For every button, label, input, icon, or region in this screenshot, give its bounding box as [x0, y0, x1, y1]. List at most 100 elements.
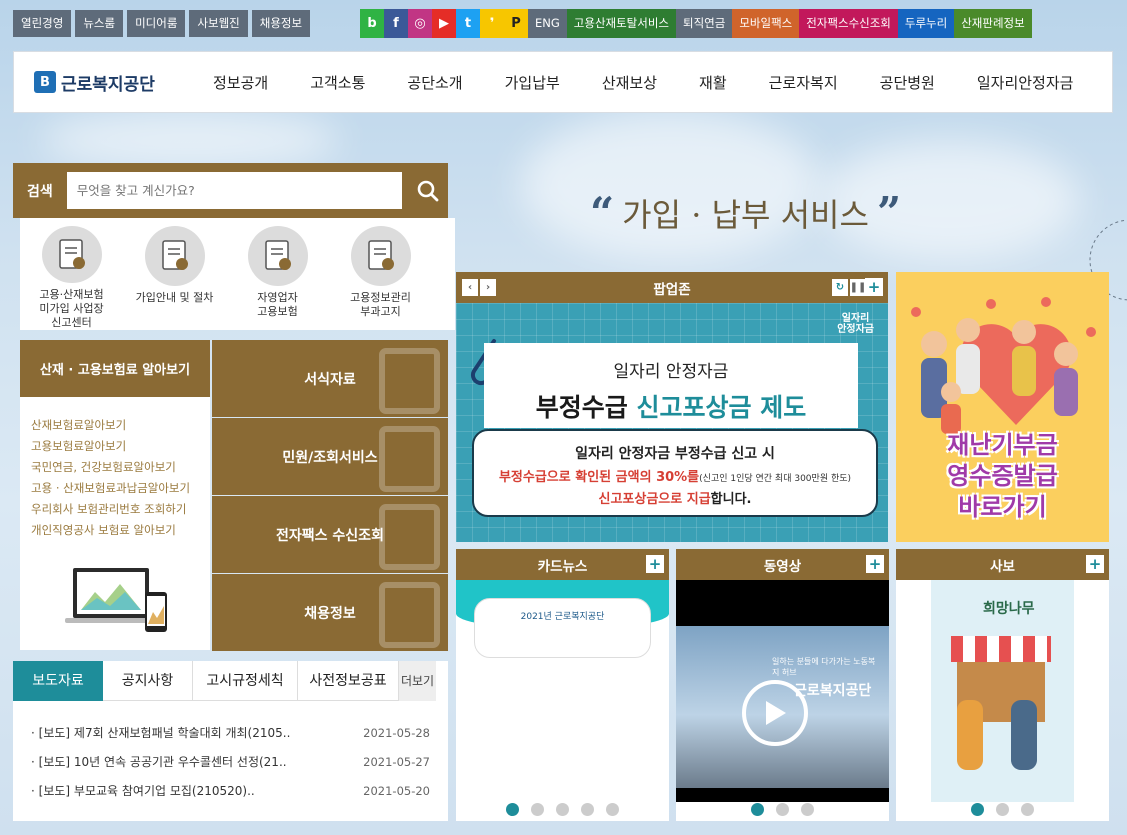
carousel-dot[interactable]	[751, 803, 764, 816]
popup-zone: ‹ › 팝업존 ↻ ❚❚ + 일자리 안정자금 일자리 안정자금 부정수급 신고…	[456, 272, 888, 542]
carousel-dot[interactable]	[531, 803, 544, 816]
insurance-link[interactable]: 고용 · 산재보험료과납금알아보기	[31, 478, 210, 499]
youtube-icon[interactable]: ▶	[432, 9, 456, 38]
news-title[interactable]: [보도] 제7회 산재보험패널 학술대회 개최(2105..	[39, 726, 291, 740]
donation-line: 재난기부금	[947, 431, 1058, 459]
utility-service-link[interactable]: 두루누리	[897, 9, 955, 38]
checklist-icon	[144, 226, 205, 286]
main-menu: 정보공개 고객소통 공단소개 가입납부 산재보상 재활 근로자복지 공단병원 일자리안정자금	[192, 72, 1094, 93]
utility-service-link[interactable]: 퇴직연금	[676, 9, 733, 38]
headline-text: 가입 · 납부 서비스	[622, 195, 869, 234]
news-title[interactable]: [보도] 10년 연속 공공기관 우수콜센터 선정(21..	[39, 755, 287, 769]
utility-link[interactable]: 열린경영	[13, 10, 72, 37]
news-item[interactable]: · [보도] 부모교육 참여기업 모집(210520).. 2021-05-20	[31, 777, 430, 806]
tab-news[interactable]: 사전정보공표	[298, 661, 399, 701]
news-item[interactable]: · [보도] 제7회 산재보험패널 학술대회 개최(2105.. 2021-05-…	[31, 719, 430, 748]
menu-item[interactable]: 근로자복지	[748, 72, 859, 93]
utility-service-link[interactable]: 산재판례정보	[954, 9, 1032, 38]
insurance-title: 산재 · 고용보험료 알아보기	[20, 340, 210, 397]
quick-link[interactable]: 고용정보관리 부과고지	[329, 218, 432, 330]
search-input[interactable]	[66, 172, 403, 209]
card-more-button[interactable]: +	[646, 555, 664, 573]
utility-service-link[interactable]: 고용산재토탈서비스	[566, 9, 677, 38]
menu-item[interactable]: 재활	[678, 72, 748, 93]
prev-button[interactable]: ‹	[462, 279, 478, 296]
tab-news[interactable]: 보도자료	[13, 661, 103, 701]
popup-more-button[interactable]: +	[865, 278, 883, 296]
play-button[interactable]	[742, 680, 808, 746]
insurance-link[interactable]: 고용보험료알아보기	[31, 436, 210, 457]
utility-link[interactable]: 뉴스룸	[75, 10, 124, 37]
carousel-dot[interactable]	[996, 803, 1009, 816]
donation-receipt-banner[interactable]: 재난기부금 영수증발급 바로가기	[896, 272, 1109, 542]
next-button[interactable]: ›	[480, 279, 496, 296]
menu-item[interactable]: 산재보상	[581, 72, 678, 93]
utility-service-link[interactable]: ENG	[528, 9, 567, 38]
utility-link[interactable]: 사보웹진	[189, 10, 248, 37]
carousel-dot[interactable]	[801, 803, 814, 816]
tab-news[interactable]: 고시규정세칙	[193, 661, 298, 701]
service-tile[interactable]: 채용정보	[212, 574, 448, 651]
menu-item[interactable]: 일자리안정자금	[956, 72, 1095, 93]
insurance-link[interactable]: 개인직영공사 보험료 알아보기	[31, 520, 210, 541]
news-date: 2021-05-20	[363, 784, 430, 798]
utility-service-link[interactable]: 모바일팩스	[732, 9, 800, 38]
logo-text: 근로복지공단	[61, 74, 155, 95]
popup-line2a: 부정수급	[535, 393, 637, 422]
carousel-dot[interactable]	[581, 803, 594, 816]
tab-news[interactable]: 공지사항	[103, 661, 193, 701]
video-caption: 근로복지공단	[794, 683, 872, 699]
blog-icon[interactable]: b	[360, 9, 384, 38]
news-tabs: 보도자료 공지사항 고시규정세칙 사전정보공표 더보기	[13, 661, 448, 701]
service-tile[interactable]: 민원/조회서비스	[212, 418, 448, 495]
service-tile[interactable]: 서식자료	[212, 340, 448, 417]
service-tile[interactable]: 전자팩스 수신조회	[212, 496, 448, 573]
more-button[interactable]: 더보기	[399, 661, 436, 701]
utility-link[interactable]: 채용정보	[251, 10, 311, 37]
menu-item[interactable]: 공단병원	[859, 72, 956, 93]
insurance-link[interactable]: 국민연금, 건강보험료알아보기	[31, 457, 210, 478]
quick-link[interactable]: 자영업자 고용보험	[226, 218, 329, 330]
cloud-decoration	[40, 110, 340, 170]
quick-links: 고용·산재보험 미가입 사업장 신고센터 가입안내 및 절차 자영업자 고용보험 고용…	[20, 218, 455, 330]
search-icon	[417, 180, 439, 201]
news-item[interactable]: · [보도] 10년 연속 공공기관 우수콜센터 선정(21.. 2021-05-…	[31, 748, 430, 777]
twitter-icon[interactable]: t	[456, 9, 480, 38]
carousel-dot[interactable]	[556, 803, 569, 816]
insurance-link[interactable]: 우리회사 보험관리번호 조회하기	[31, 499, 210, 520]
quick-link[interactable]: 가입안내 및 절차	[123, 218, 226, 330]
insurance-link[interactable]: 산재보험료알아보기	[31, 415, 210, 436]
popup-banner[interactable]: 일자리 안정자금 일자리 안정자금 부정수급 신고포상금 제도 일자리 안정자금…	[456, 303, 888, 542]
card-more-button[interactable]: +	[866, 555, 884, 573]
carousel-dot[interactable]	[776, 803, 789, 816]
magazine-thumbnail[interactable]: 희망나무	[931, 580, 1074, 802]
search-button[interactable]	[408, 171, 448, 211]
instagram-icon[interactable]: ◎	[408, 9, 432, 38]
carousel-dot[interactable]	[506, 803, 519, 816]
menu-item[interactable]: 공단소개	[386, 72, 483, 93]
menu-item[interactable]: 가입납부	[484, 72, 581, 93]
menu-item[interactable]: 고객소통	[289, 72, 386, 93]
carousel-dot[interactable]	[1021, 803, 1034, 816]
menu-item[interactable]: 정보공개	[192, 72, 289, 93]
donation-line: 영수증발급	[947, 462, 1058, 490]
refresh-button[interactable]: ↻	[832, 279, 848, 296]
news-list: · [보도] 제7회 산재보험패널 학술대회 개최(2105.. 2021-05-…	[13, 701, 448, 806]
facebook-icon[interactable]: f	[384, 9, 408, 38]
card-news-thumbnail[interactable]: 2021년 근로복지공단	[456, 580, 669, 802]
kakaostory-icon[interactable]: ❜	[480, 9, 504, 38]
news-title[interactable]: [보도] 부모교육 참여기업 모집(210520)..	[39, 784, 255, 798]
utility-link[interactable]: 미디어룸	[127, 10, 186, 37]
news-date: 2021-05-28	[363, 726, 430, 740]
close-quote-icon: ”	[876, 188, 902, 237]
carousel-dot[interactable]	[971, 803, 984, 816]
kakaopay-icon[interactable]: P	[504, 9, 528, 38]
popup-detail2: 부정수급으로 확인된 금액의 30%를(신고인 1인당 연간 최대 300만원 …	[474, 466, 876, 485]
card-more-button[interactable]: +	[1086, 555, 1104, 573]
carousel-dot[interactable]	[606, 803, 619, 816]
utility-service-link[interactable]: 전자팩스수신조회	[799, 9, 898, 38]
quick-link[interactable]: 고용·산재보험 미가입 사업장 신고센터	[20, 218, 123, 330]
video-thumbnail[interactable]: 일하는 분들에 다가가는 노동복지 허브 근로복지공단	[676, 580, 889, 802]
pause-button[interactable]: ❚❚	[850, 279, 866, 296]
site-logo[interactable]: B 근로복지공단	[34, 70, 184, 95]
